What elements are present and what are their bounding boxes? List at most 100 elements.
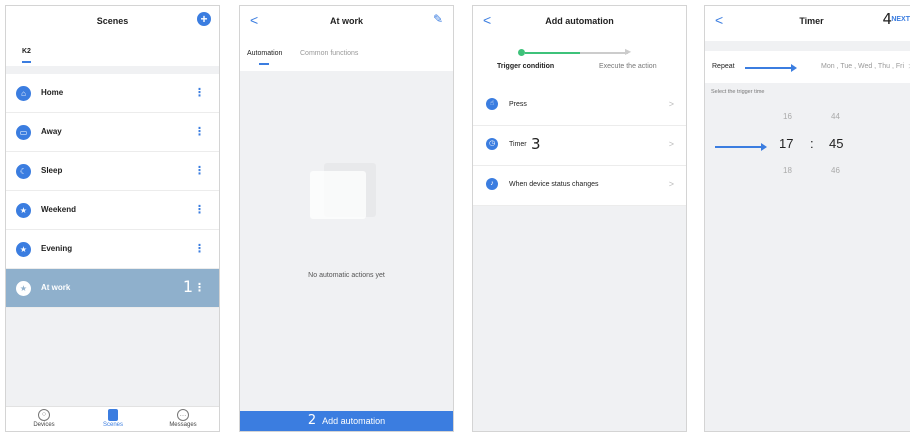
scene-item-at-work[interactable]: ★ At work 1 ⋮ xyxy=(6,269,219,308)
empty-area xyxy=(6,308,219,408)
star-icon: ★ xyxy=(16,203,31,218)
minute-option[interactable]: 44 xyxy=(831,112,840,121)
top-bar: < Add automation xyxy=(473,6,686,36)
arrow-right-icon: ▶ xyxy=(625,47,632,56)
time-separator: : xyxy=(810,136,814,151)
alarm-clock-icon: ◷ xyxy=(486,138,498,150)
option-timer[interactable]: ◷ Timer 3 > xyxy=(473,126,686,166)
time-picker-pane xyxy=(705,83,910,431)
step-line-pending xyxy=(580,52,628,54)
tab-label: Messages xyxy=(169,422,197,428)
scene-label: Sleep xyxy=(41,166,63,175)
more-icon[interactable]: ⋮ xyxy=(194,203,205,216)
repeat-value: Mon , Tue , Wed , Thu , Fri xyxy=(821,63,904,70)
next-button[interactable]: NEXT xyxy=(891,16,910,23)
tab-bar: Automation Common functions xyxy=(240,46,453,68)
tab-underline xyxy=(259,63,269,65)
scene-label: Evening xyxy=(41,244,73,253)
edit-icon[interactable]: ✎ xyxy=(433,12,443,26)
tab-devices[interactable]: ○ Devices xyxy=(14,409,74,428)
select-time-label: Select the trigger time xyxy=(711,89,765,95)
add-automation-button[interactable]: 2 Add automation xyxy=(240,411,453,431)
hour-option[interactable]: 18 xyxy=(783,166,792,175)
tab-common-functions[interactable]: Common functions xyxy=(300,50,358,57)
more-icon[interactable]: ⋮ xyxy=(194,86,205,99)
more-icon[interactable]: ⋮ xyxy=(194,242,205,255)
content-pane: No automatic actions yet xyxy=(240,71,453,411)
star-icon: ★ xyxy=(16,281,31,296)
scene-item-away[interactable]: ▭ Away ⋮ xyxy=(6,113,219,152)
top-bar: Scenes + xyxy=(6,6,219,36)
tab-messages[interactable]: … Messages xyxy=(153,409,213,428)
option-label: When device status changes xyxy=(509,181,599,188)
scene-item-evening[interactable]: ★ Evening ⋮ xyxy=(6,230,219,269)
annotation-arrow xyxy=(715,143,767,151)
scene-label: Away xyxy=(41,127,62,136)
button-label: Add automation xyxy=(322,416,386,426)
tab-underline xyxy=(22,61,31,63)
add-automation-screen: < Add automation ▶ Trigger condition Exe… xyxy=(472,5,687,432)
page-title: Timer xyxy=(799,16,824,26)
star-icon: ★ xyxy=(16,242,31,257)
timer-screen: < Timer 4 NEXT Repeat Mon , Tue , Wed , … xyxy=(704,5,910,432)
repeat-row[interactable]: Repeat Mon , Tue , Wed , Thu , Fri > xyxy=(705,51,910,83)
step-action-label: Execute the action xyxy=(599,63,657,70)
divider xyxy=(6,66,219,74)
annotation-arrow xyxy=(745,64,797,72)
option-press[interactable]: ☝ Press > xyxy=(473,86,686,126)
tab-scenes[interactable]: Scenes xyxy=(83,409,143,428)
top-bar: < At work ✎ xyxy=(240,6,453,36)
progress-steps: ▶ Trigger condition Execute the action xyxy=(473,36,686,78)
hour-option[interactable]: 16 xyxy=(783,112,792,121)
more-icon[interactable]: ⋮ xyxy=(194,125,205,138)
bottom-tab-bar: ○ Devices Scenes … Messages xyxy=(6,406,219,431)
add-scene-button[interactable]: + xyxy=(197,12,211,26)
trigger-options: ☝ Press > ◷ Timer 3 > ♪ When device stat… xyxy=(473,86,686,206)
more-icon[interactable]: ⋮ xyxy=(194,281,205,294)
messages-icon: … xyxy=(177,409,189,421)
briefcase-icon: ▭ xyxy=(16,125,31,140)
hour-selected[interactable]: 17 xyxy=(779,136,793,151)
page-title: Add automation xyxy=(545,16,614,26)
option-label: Press xyxy=(509,101,527,108)
step-marker: 1 xyxy=(182,277,193,296)
step-marker: 3 xyxy=(531,135,541,153)
devices-icon: ○ xyxy=(38,409,50,421)
scene-label: Home xyxy=(41,88,64,97)
tab-label: Scenes xyxy=(102,422,123,428)
minute-selected[interactable]: 45 xyxy=(829,136,843,151)
chevron-right-icon: > xyxy=(668,99,674,109)
page-title: Scenes xyxy=(96,16,129,26)
empty-state-text: No automatic actions yet xyxy=(308,272,385,279)
scene-item-sleep[interactable]: ☾ Sleep ⋮ xyxy=(6,152,219,191)
at-work-screen: < At work ✎ Automation Common functions … xyxy=(239,5,454,432)
divider xyxy=(705,41,910,51)
step-marker: 2 xyxy=(307,413,317,428)
scene-item-weekend[interactable]: ★ Weekend ⋮ xyxy=(6,191,219,230)
option-device-status[interactable]: ♪ When device status changes > xyxy=(473,166,686,206)
repeat-label: Repeat xyxy=(712,63,735,70)
home-tab[interactable]: K2 xyxy=(22,48,31,55)
page-title: At work xyxy=(329,16,363,26)
scene-label: Weekend xyxy=(41,205,76,214)
moon-icon: ☾ xyxy=(16,164,31,179)
step-line-done xyxy=(525,52,580,54)
bell-icon: ♪ xyxy=(486,178,498,190)
option-label: Timer xyxy=(509,141,527,148)
more-icon[interactable]: ⋮ xyxy=(194,164,205,177)
scene-label: At work xyxy=(41,283,71,292)
empty-illustration-front xyxy=(310,171,366,219)
hand-press-icon: ☝ xyxy=(486,98,498,110)
scene-list: ⌂ Home ⋮ ▭ Away ⋮ ☾ Sleep ⋮ ★ Weekend ⋮ … xyxy=(6,74,219,308)
step-dot xyxy=(518,49,525,56)
top-bar: < Timer 4 NEXT xyxy=(705,6,910,36)
minute-option[interactable]: 46 xyxy=(831,166,840,175)
home-icon: ⌂ xyxy=(16,86,31,101)
tab-automation[interactable]: Automation xyxy=(247,50,282,57)
chevron-right-icon: > xyxy=(668,179,674,189)
chevron-right-icon: > xyxy=(668,139,674,149)
scenes-icon xyxy=(108,409,118,421)
tab-label: Devices xyxy=(33,422,55,428)
scene-item-home[interactable]: ⌂ Home ⋮ xyxy=(6,74,219,113)
step-trigger-label: Trigger condition xyxy=(497,63,555,70)
